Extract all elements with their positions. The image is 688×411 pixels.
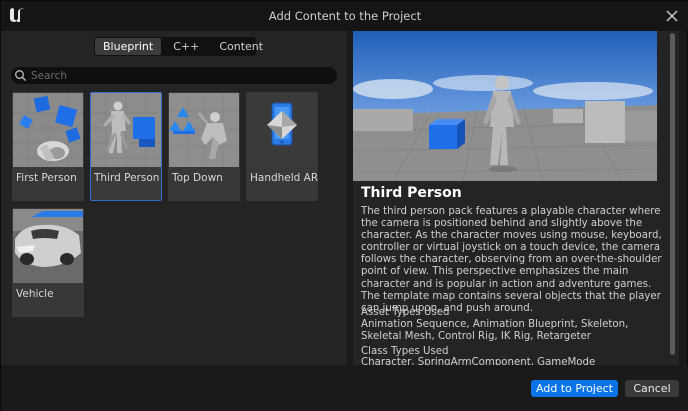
template-label: First Person: [16, 172, 77, 184]
first-person-thumbnail: [13, 93, 83, 167]
top-down-thumbnail: [169, 93, 239, 167]
asset-types-heading: Asset Types Used: [361, 307, 450, 318]
cancel-button[interactable]: Cancel: [625, 380, 679, 397]
class-types-heading: Class Types Used: [361, 346, 449, 357]
add-content-dialog: Add Content to the Project Blueprint C++…: [0, 0, 688, 411]
template-first-person[interactable]: First Person: [12, 92, 84, 201]
third-person-preview-image: [353, 31, 657, 181]
third-person-thumbnail: [91, 93, 161, 167]
handheld-ar-thumbnail: [247, 93, 317, 167]
tab-blueprint[interactable]: Blueprint: [95, 38, 162, 55]
template-details-panel: Third Person The third person pack featu…: [353, 31, 679, 365]
asset-types-list: Animation Sequence, Animation Blueprint,…: [361, 319, 629, 342]
detail-description: The third person pack features a playabl…: [361, 206, 662, 314]
tab-cpp[interactable]: C++: [165, 38, 207, 55]
search-icon: [15, 70, 26, 81]
template-top-down[interactable]: Top Down: [168, 92, 240, 201]
template-vehicle[interactable]: Vehicle: [12, 208, 84, 317]
search-input[interactable]: [31, 67, 331, 84]
tab-content[interactable]: Content: [211, 38, 271, 55]
detail-title: Third Person: [361, 185, 462, 201]
title-bar: Add Content to the Project: [1, 1, 688, 31]
category-tabs: Blueprint C++ Content: [94, 37, 263, 56]
template-browser-panel: Blueprint C++ Content Search First Perso…: [1, 31, 347, 365]
template-label: Handheld AR: [250, 172, 319, 184]
template-handheld-ar[interactable]: Handheld AR: [246, 92, 318, 201]
details-scrollbar-thumb[interactable]: [670, 33, 675, 355]
dialog-footer: Add to Project Cancel: [1, 365, 688, 411]
template-label: Vehicle: [16, 288, 54, 300]
template-label: Third Person: [94, 172, 160, 184]
close-icon[interactable]: [663, 7, 681, 25]
template-third-person[interactable]: Third Person: [90, 92, 162, 201]
class-types-list: Character, SpringArmComponent, GameMode: [361, 357, 596, 365]
template-label: Top Down: [172, 172, 223, 184]
vehicle-thumbnail: [13, 209, 83, 283]
dialog-title: Add Content to the Project: [268, 9, 422, 23]
search-box: [11, 67, 337, 84]
add-to-project-button[interactable]: Add to Project: [531, 380, 618, 397]
